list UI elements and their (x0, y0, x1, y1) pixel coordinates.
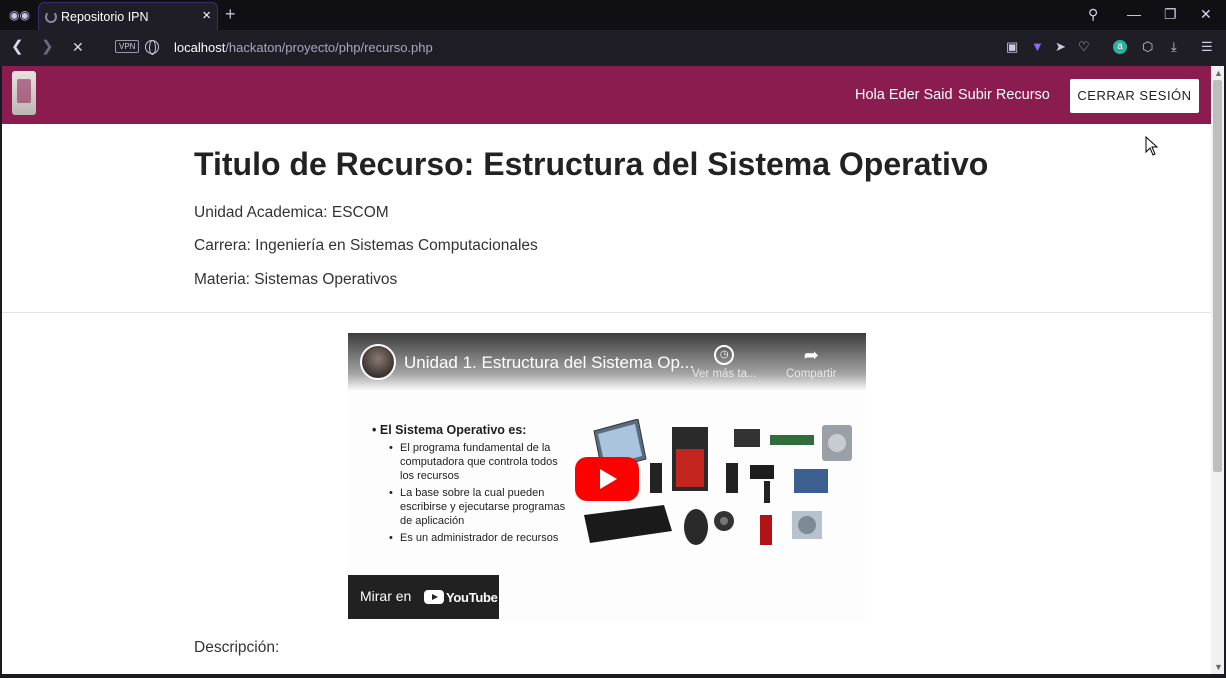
slide-content: El Sistema Operativo es: El programa fun… (372, 423, 572, 548)
description-label: Descripción: (194, 639, 280, 656)
share-button[interactable]: ➦ Compartir (786, 345, 836, 380)
clock-icon: ◷ (714, 345, 735, 365)
site-header: Hola Eder Said Subir Recurso CERRAR SESI… (2, 66, 1211, 124)
camera-icon[interactable]: ▣ (1006, 40, 1018, 54)
slide-bullet: El programa fundamental de la computador… (389, 441, 572, 483)
minimize-icon[interactable]: — (1127, 6, 1141, 22)
ipn-logo[interactable] (12, 71, 36, 115)
materia: Materia: Sistemas Operativos (194, 271, 398, 288)
video-top-bar: Unidad 1. Estructura del Sistema Op... ◷… (348, 333, 866, 391)
watch-on-label: Mirar en (360, 588, 412, 604)
url-host: localhost (174, 40, 226, 55)
heart-icon[interactable]: ♡ (1078, 40, 1090, 54)
url-path: /hackaton/proyecto/php/recurso.php (225, 40, 433, 55)
browser-tab[interactable]: Repositorio IPN × (38, 2, 218, 30)
page-scrollbar[interactable]: ▲ ▼ (1211, 66, 1224, 674)
browser-menu-icon[interactable]: ◉◉ (9, 8, 30, 22)
account-icon[interactable]: a (1113, 40, 1127, 54)
scroll-up-icon[interactable]: ▲ (1214, 68, 1223, 78)
slide-bullet: La base sobre la cual pueden escribirse … (389, 486, 572, 528)
page-title: Titulo de Recurso: Estructura del Sistem… (194, 146, 989, 182)
share-label: Compartir (786, 368, 837, 380)
scroll-thumb[interactable] (1213, 80, 1222, 472)
back-icon[interactable]: ❮ (11, 39, 24, 55)
menu-icon[interactable]: ☰ (1201, 40, 1213, 54)
extensions-cube-icon[interactable]: ⬡ (1142, 40, 1153, 54)
youtube-brand: YouTube (446, 589, 498, 605)
forward-icon[interactable]: ❯ (41, 39, 54, 55)
youtube-embed[interactable]: El Sistema Operativo es: El programa fun… (348, 333, 866, 623)
restore-icon[interactable]: ❐ (1164, 6, 1177, 22)
close-tab-icon[interactable]: × (202, 8, 211, 24)
user-greeting[interactable]: Hola Eder Said (855, 87, 953, 103)
scroll-down-icon[interactable]: ▼ (1214, 662, 1223, 672)
page-viewport: Hola Eder Said Subir Recurso CERRAR SESI… (2, 66, 1211, 674)
play-button[interactable] (575, 457, 639, 501)
loading-spinner-icon (45, 11, 57, 23)
youtube-logo-icon: YouTube (424, 589, 498, 605)
site-info-icon[interactable] (145, 40, 159, 55)
tab-title: Repositorio IPN (61, 10, 149, 24)
channel-avatar[interactable] (360, 344, 396, 380)
watch-later-label: Ver más ta... (692, 368, 757, 380)
logout-button[interactable]: CERRAR SESIÓN (1070, 79, 1199, 113)
browser-tab-bar: ◉◉ Repositorio IPN × + ⚲ — ❐ ✕ (0, 0, 1226, 30)
share-icon: ➦ (803, 345, 819, 365)
vpn-badge[interactable]: VPN (115, 40, 140, 53)
carrera: Carrera: Ingeniería en Sistemas Computac… (194, 237, 538, 254)
mouse-cursor-icon (1145, 136, 1159, 156)
new-tab-icon[interactable]: + (225, 5, 236, 23)
shield-icon[interactable]: ▼ (1031, 40, 1044, 54)
url-field[interactable]: localhost/hackaton/proyecto/php/recurso.… (174, 40, 433, 55)
upload-resource-link[interactable]: Subir Recurso (958, 87, 1050, 103)
slide-heading: El Sistema Operativo es: (372, 423, 572, 437)
search-tabs-icon[interactable]: ⚲ (1088, 6, 1098, 22)
unidad-academica: Unidad Academica: ESCOM (194, 204, 389, 221)
watch-later-button[interactable]: ◷ Ver más ta... (692, 345, 757, 380)
video-title[interactable]: Unidad 1. Estructura del Sistema Op... (404, 353, 694, 373)
divider (2, 312, 1211, 313)
watch-on-youtube-button[interactable]: Mirar en YouTube (348, 575, 499, 619)
close-window-icon[interactable]: ✕ (1200, 6, 1212, 22)
slide-bullet: Es un administrador de recursos (389, 531, 572, 545)
send-icon[interactable]: ➤ (1055, 40, 1066, 54)
address-bar: ❮ ❯ ✕ VPN localhost/hackaton/proyecto/ph… (0, 30, 1226, 66)
stop-loading-icon[interactable]: ✕ (72, 39, 84, 55)
slide-bullets: El programa fundamental de la computador… (372, 441, 572, 545)
download-icon[interactable]: ⤓ (1171, 40, 1177, 54)
